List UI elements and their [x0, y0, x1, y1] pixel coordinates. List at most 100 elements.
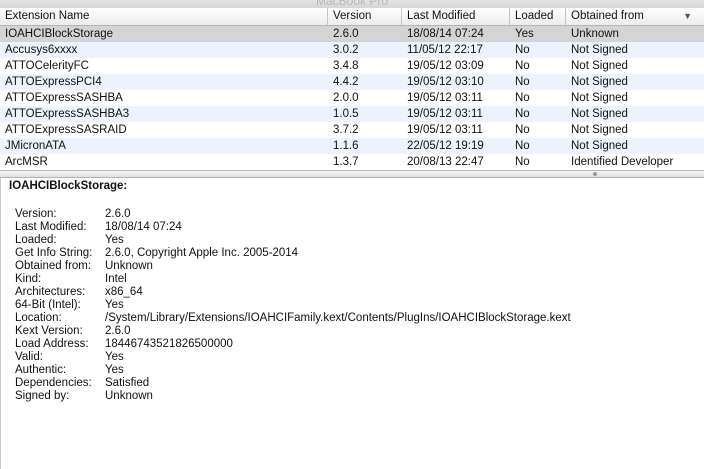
property-label: Authentic:: [15, 364, 67, 376]
property-value: Unknown: [105, 260, 153, 272]
cell-extension-name: ATTOExpressSASHBA3: [5, 108, 130, 120]
property-row: Kind: Intel: [15, 273, 571, 286]
cell-obtained-from: Not Signed: [571, 92, 628, 104]
table-row[interactable]: ArcMSR 1.3.7 20/08/13 22:47 No Identified De…: [0, 154, 704, 170]
cell-loaded: No: [515, 124, 530, 136]
cell-version: 3.0.2: [333, 44, 359, 56]
cell-last-modified: 11/05/12 22:17: [407, 44, 483, 56]
cell-loaded: No: [515, 108, 530, 120]
property-label: Get Info String:: [15, 247, 93, 259]
property-value: Yes: [105, 364, 124, 376]
cell-last-modified: 19/05/12 03:09: [407, 60, 484, 72]
property-label: Kext Version:: [15, 325, 83, 337]
column-header-version[interactable]: Version: [328, 8, 402, 25]
cell-obtained-from: Identified Developer: [571, 156, 674, 168]
property-row: Architectures: x86_64: [15, 286, 571, 299]
property-label: Load Address:: [15, 338, 89, 350]
cell-last-modified: 19/05/12 03:10: [407, 76, 484, 88]
window-title: MacBook Pro: [315, 0, 389, 8]
property-label: 64-Bit (Intel):: [15, 299, 81, 311]
cell-version: 3.7.2: [333, 124, 359, 136]
detail-properties: Version: 2.6.0 Last Modified: 18/08/14 07:2…: [15, 208, 571, 403]
cell-loaded: No: [515, 44, 530, 56]
property-value: Yes: [105, 351, 124, 363]
property-row: Get Info String: 2.6.0, Copyright Apple I…: [15, 247, 571, 260]
cell-loaded: No: [515, 60, 530, 72]
cell-last-modified: 19/05/12 03:11: [407, 124, 483, 136]
cell-version: 3.4.8: [333, 60, 359, 72]
table-row[interactable]: ATTOExpressPCI4 4.4.2 19/05/12 03:10 No Not …: [0, 74, 704, 90]
table-row[interactable]: IOAHCIBlockStorage 2.6.0 18/08/14 07:24 Yes…: [0, 26, 704, 42]
property-row: Signed by: Unknown: [15, 390, 571, 403]
property-label: Version:: [15, 208, 57, 220]
property-label: Architectures:: [15, 286, 86, 298]
table-row[interactable]: ATTOExpressSASHBA3 1.0.5 19/05/12 03:11 No N…: [0, 106, 704, 122]
cell-last-modified: 19/05/12 03:11: [407, 92, 483, 104]
property-label: Valid:: [15, 351, 43, 363]
property-row: Load Address: 18446743521826500000: [15, 338, 571, 351]
cell-obtained-from: Not Signed: [571, 44, 628, 56]
cell-last-modified: 19/05/12 03:11: [407, 108, 483, 120]
extensions-table[interactable]: Extension Name Version Last Modified Loa…: [0, 8, 704, 170]
cell-extension-name: JMicronATA: [5, 140, 66, 152]
divider-grip-icon: [593, 172, 597, 176]
cell-version: 2.0.0: [333, 92, 359, 104]
property-value: 2.6.0: [105, 208, 131, 220]
column-header-last-modified[interactable]: Last Modified: [402, 8, 510, 25]
property-label: Location:: [15, 312, 62, 324]
property-label: Kind:: [15, 273, 42, 285]
table-row[interactable]: ATTOExpressSASHBA 2.0.0 19/05/12 03:11 No No…: [0, 90, 704, 106]
property-value: 18446743521826500000: [105, 338, 233, 350]
column-header-extension-name[interactable]: Extension Name: [0, 8, 328, 25]
cell-obtained-from: Not Signed: [571, 60, 628, 72]
cell-extension-name: IOAHCIBlockStorage: [5, 28, 114, 40]
table-row[interactable]: Accusys6xxxx 3.0.2 11/05/12 22:17 No Not Sig…: [0, 42, 704, 58]
cell-loaded: No: [515, 156, 530, 168]
cell-last-modified: 18/08/14 07:24: [407, 28, 484, 40]
cell-obtained-from: Not Signed: [571, 124, 628, 136]
property-label: Dependencies:: [15, 377, 92, 389]
sort-descending-icon: ▼: [683, 11, 692, 21]
cell-last-modified: 20/08/13 22:47: [407, 156, 484, 168]
property-row: 64-Bit (Intel): Yes: [15, 299, 571, 312]
property-row: Last Modified: 18/08/14 07:24: [15, 221, 571, 234]
cell-loaded: Yes: [515, 28, 534, 40]
property-row: Version: 2.6.0: [15, 208, 571, 221]
property-value: 2.6.0: [105, 325, 131, 337]
detail-title: IOAHCIBlockStorage:: [9, 180, 128, 192]
cell-obtained-from: Unknown: [571, 28, 619, 40]
cell-loaded: No: [515, 92, 530, 104]
cell-version: 1.3.7: [333, 156, 359, 168]
property-value: Intel: [105, 273, 127, 285]
property-value: Unknown: [105, 390, 153, 402]
property-row: Dependencies: Satisfied: [15, 377, 571, 390]
property-row: Location: /System/Library/Extensions/IOAH…: [15, 312, 571, 325]
property-value: x86_64: [105, 286, 143, 298]
property-label: Obtained from:: [15, 260, 92, 272]
cell-extension-name: ATTOExpressSASHBA: [5, 92, 123, 104]
table-row[interactable]: ATTOCelerityFC 3.4.8 19/05/12 03:09 No Not S…: [0, 58, 704, 74]
cell-extension-name: ArcMSR: [5, 156, 48, 168]
cell-extension-name: Accusys6xxxx: [5, 44, 78, 56]
cell-extension-name: ATTOExpressSASRAID: [5, 124, 127, 136]
property-row: Kext Version: 2.6.0: [15, 325, 571, 338]
split-view-divider[interactable]: [0, 170, 704, 178]
table-row[interactable]: ATTOExpressSASRAID 3.7.2 19/05/12 03:11 No N…: [0, 122, 704, 138]
property-row: Obtained from: Unknown: [15, 260, 571, 273]
title-bar: MacBook Pro: [0, 0, 704, 8]
cell-obtained-from: Not Signed: [571, 76, 628, 88]
cell-last-modified: 22/05/12 19:19: [407, 140, 484, 152]
cell-obtained-from: Not Signed: [571, 140, 628, 152]
property-value: Satisfied: [105, 377, 150, 389]
cell-extension-name: ATTOExpressPCI4: [5, 76, 102, 88]
cell-loaded: No: [515, 76, 530, 88]
table-row[interactable]: JMicronATA 1.1.6 22/05/12 19:19 No Not Signe…: [0, 138, 704, 154]
column-header-loaded[interactable]: Loaded: [510, 8, 566, 25]
cell-version: 2.6.0: [333, 28, 359, 40]
property-label: Loaded:: [15, 234, 57, 246]
property-value: 2.6.0, Copyright Apple Inc. 2005-2014: [105, 247, 299, 259]
cell-obtained-from: Not Signed: [571, 108, 628, 120]
cell-version: 4.4.2: [333, 76, 359, 88]
property-row: Valid: Yes: [15, 351, 571, 364]
column-header-obtained-from[interactable]: Obtained from ▼: [566, 8, 704, 25]
